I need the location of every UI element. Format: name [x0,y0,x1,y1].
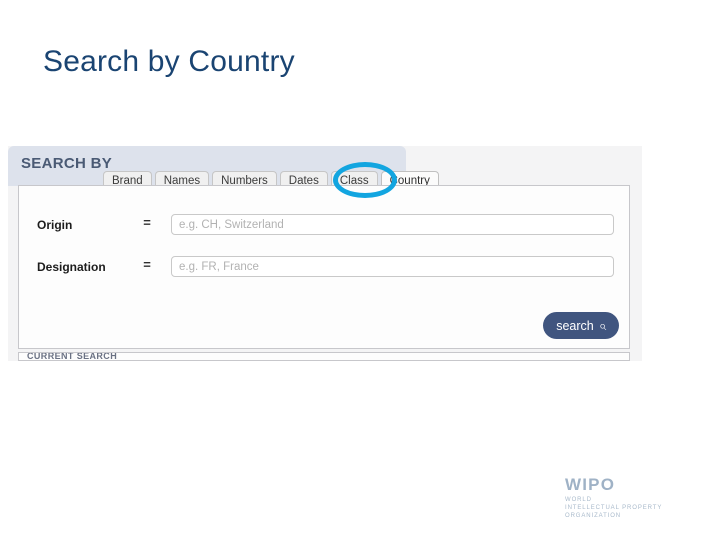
origin-input[interactable] [171,214,614,235]
wipo-logo-subtitle: WORLD INTELLECTUAL PROPERTY ORGANIZATION [565,496,662,520]
form-row-designation: Designation = [19,256,629,284]
wipo-logo: WIPO WORLD INTELLECTUAL PROPERTY ORGANIZ… [565,476,662,520]
search-form-panel: Origin = Designation = search ⌕ [18,185,630,349]
wipo-logo-line-2: INTELLECTUAL PROPERTY [565,505,663,511]
magnifier-icon: ⌕ [598,318,606,333]
form-row-origin: Origin = [19,214,629,242]
origin-label: Origin [37,218,73,232]
search-by-label: SEARCH BY [21,155,113,172]
wipo-logo-mark: WIPO [565,475,616,494]
clipped-row-label: CURRENT SEARCH [27,352,118,361]
page-title: Search by Country [43,45,295,78]
wipo-logo-line-1: WORLD [565,497,592,503]
designation-operator[interactable]: = [136,257,158,272]
clipped-content-strip: CURRENT SEARCH [18,352,630,361]
designation-label: Designation [37,260,106,274]
wipo-logo-line-3: ORGANIZATION [565,513,622,519]
search-button-label: search [556,318,594,333]
search-application-screenshot: SEARCH BY Brand Names Numbers Dates Clas… [8,146,642,361]
search-button[interactable]: search ⌕ [543,312,619,339]
designation-input[interactable] [171,256,614,277]
origin-operator[interactable]: = [136,215,158,230]
